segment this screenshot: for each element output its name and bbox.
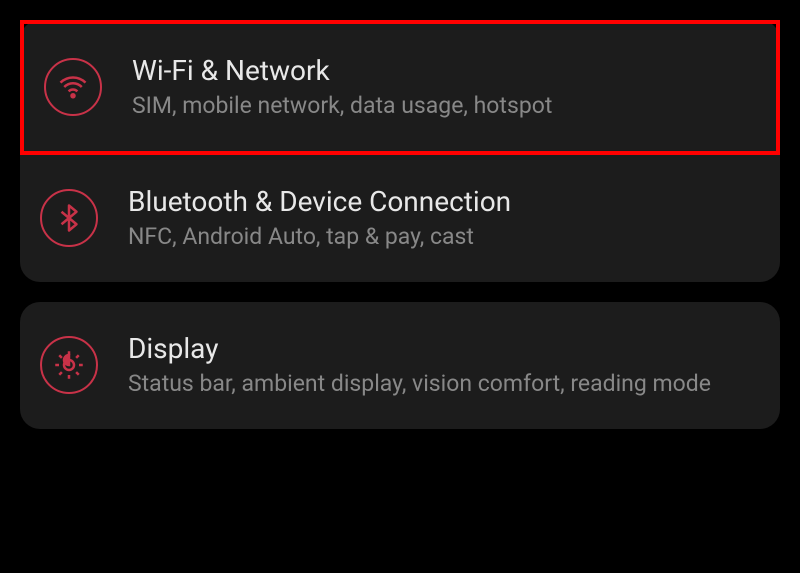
- display-text: Display Status bar, ambient display, vis…: [128, 332, 711, 399]
- settings-item-display[interactable]: Display Status bar, ambient display, vis…: [20, 302, 780, 429]
- bluetooth-title: Bluetooth & Device Connection: [128, 185, 511, 218]
- settings-group-1: Wi-Fi & Network SIM, mobile network, dat…: [20, 20, 780, 282]
- bluetooth-subtitle: NFC, Android Auto, tap & pay, cast: [128, 222, 511, 252]
- settings-item-bluetooth[interactable]: Bluetooth & Device Connection NFC, Andro…: [20, 155, 780, 282]
- display-icon-circle: [40, 336, 98, 394]
- bluetooth-icon: [54, 203, 84, 233]
- settings-group-2: Display Status bar, ambient display, vis…: [20, 302, 780, 429]
- display-title: Display: [128, 332, 711, 365]
- bluetooth-icon-circle: [40, 189, 98, 247]
- wifi-subtitle: SIM, mobile network, data usage, hotspot: [132, 91, 552, 121]
- display-icon: [54, 350, 84, 380]
- bluetooth-text: Bluetooth & Device Connection NFC, Andro…: [128, 185, 511, 252]
- settings-item-wifi[interactable]: Wi-Fi & Network SIM, mobile network, dat…: [20, 20, 780, 155]
- wifi-icon-circle: [44, 58, 102, 116]
- wifi-text: Wi-Fi & Network SIM, mobile network, dat…: [132, 54, 552, 121]
- display-subtitle: Status bar, ambient display, vision comf…: [128, 369, 711, 399]
- wifi-title: Wi-Fi & Network: [132, 54, 552, 87]
- wifi-icon: [58, 72, 88, 102]
